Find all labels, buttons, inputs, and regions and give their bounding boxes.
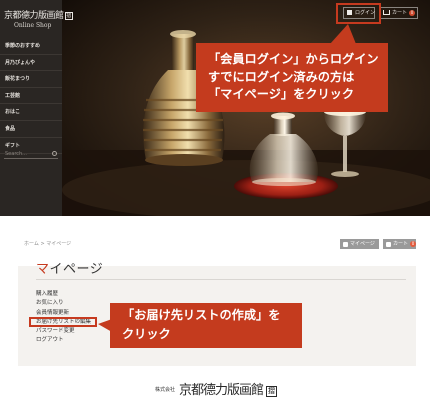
cart-count-badge: 0 [409,10,416,16]
nav-item-seasonal[interactable]: 季節のおすすめ [0,38,62,55]
shop-logo[interactable]: 京都德力版画館摺 [4,8,73,21]
logo-seal-icon: 摺 [64,12,73,20]
cart-icon [386,241,391,247]
mypage-label: マイページ [350,241,375,247]
breadcrumb[interactable]: ホーム > マイページ [24,240,71,247]
mypage-screenshot: ホーム > マイページ マイページ カート 0 マイページ 購入履歴 お気に入り … [0,216,430,400]
login-instruction-callout: 「会員ログイン」からログイン すでにログイン済みの方は 「マイページ」をクリック [196,43,388,112]
menu-item-purchase-history[interactable]: 購入履歴 [36,290,91,299]
address-list-highlight-box [29,317,97,327]
nav-item-food[interactable]: 食品 [0,121,62,138]
menu-item-password[interactable]: パスワード変更 [36,327,91,336]
cart-button[interactable]: カート 0 [380,7,418,19]
page-title: マイページ [36,258,103,277]
address-instruction-callout: 「お届け先リストの作成」を クリック [110,303,302,348]
callout-line: すでにログイン済みの方は [208,69,355,84]
menu-item-favorites[interactable]: お気に入り [36,299,91,308]
cart-icon [383,10,390,15]
callout-line: クリック [122,326,171,341]
divider [36,279,406,280]
nav-item-tsukino[interactable]: 月乃ぴょんや [0,55,62,72]
login-highlight-box [336,3,381,24]
footer-brand: 京都德力版画館 [179,383,264,398]
logo-brand-text: 京都德力版画館 [4,11,64,21]
logo-subtitle: Online Shop [14,22,52,29]
instruction-figure: 京都德力版画館摺 Online Shop 季節のおすすめ 月乃ぴょんや 飯花まつ… [0,0,430,400]
search-input[interactable]: Search... [4,150,58,159]
callout-pointer [330,24,356,44]
page-title-accent: マ [36,262,50,277]
menu-item-logout[interactable]: ログアウト [36,336,91,345]
callout-line: 「マイページ」をクリック [208,87,355,101]
shop-home-screenshot: 京都德力版画館摺 Online Shop 季節のおすすめ 月乃ぴょんや 飯花まつ… [0,0,430,216]
nav-item-ohako[interactable]: おはこ [0,104,62,121]
footer-seal-icon: 摺 [266,386,278,397]
page-title-rest: イページ [49,262,104,277]
sidebar: 京都德力版画館摺 Online Shop 季節のおすすめ 月乃ぴょんや 飯花まつ… [0,0,73,216]
search-icon[interactable] [52,151,57,156]
cart-button[interactable]: カート 0 [383,239,417,249]
footer-logo: 株式会社 京都德力版画館摺 [155,379,278,398]
user-icon [343,241,348,247]
cart-label: カート [392,10,408,16]
search-placeholder: Search... [5,151,27,157]
callout-line: 「会員ログイン」からログイン [208,52,379,66]
nav-item-craft[interactable]: 工芸館 [0,88,62,105]
cart-count-badge: 0 [410,241,417,247]
nav-item-hanamatsuri[interactable]: 飯花まつり [0,71,62,88]
category-nav: 季節のおすすめ 月乃ぴょんや 飯花まつり 工芸館 おはこ 食品 ギフト [0,38,62,155]
cart-label: カート [393,241,409,247]
footer-corp-label: 株式会社 [155,387,176,393]
callout-line: 「お届け先リストの作成」を [122,308,281,322]
mypage-button[interactable]: マイページ [340,239,379,249]
